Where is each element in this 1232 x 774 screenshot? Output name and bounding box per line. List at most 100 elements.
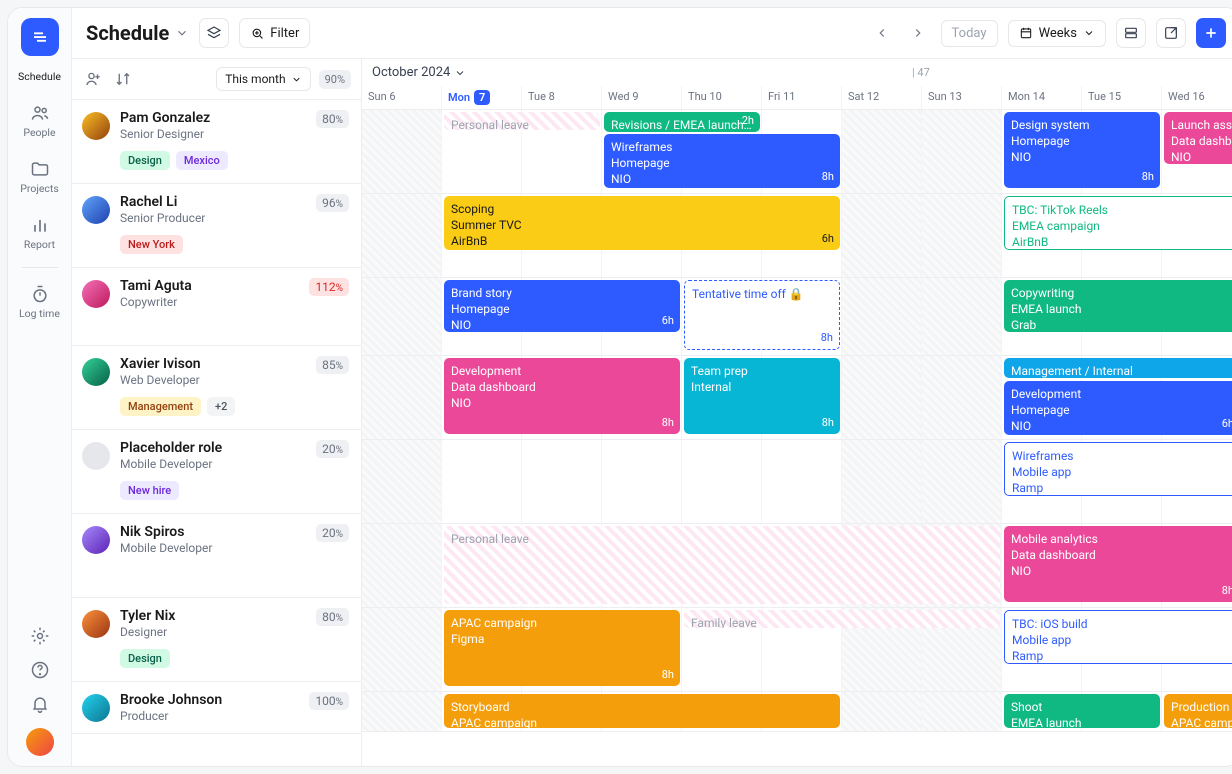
day-header: Wed 9 bbox=[602, 86, 682, 109]
range-selector[interactable]: This month bbox=[216, 67, 310, 91]
task-block[interactable]: Launch assetsData dashboardNIO bbox=[1164, 112, 1232, 164]
person-utilization: 20% bbox=[316, 440, 349, 458]
person-row[interactable]: Tami Aguta Copywriter 112% bbox=[72, 268, 361, 346]
user-avatar[interactable] bbox=[26, 728, 54, 756]
rows-icon bbox=[1123, 25, 1139, 41]
task-block[interactable]: Family leave bbox=[684, 610, 1000, 628]
density-button[interactable] bbox=[1116, 18, 1146, 48]
month-selector[interactable]: October 2024 | 47 bbox=[362, 59, 1232, 86]
task-block[interactable]: Personal leave bbox=[444, 112, 600, 130]
week-number: | 47 bbox=[912, 66, 930, 79]
nav-schedule[interactable]: Schedule bbox=[8, 60, 71, 93]
chevron-down-icon bbox=[454, 67, 466, 79]
sort-button[interactable] bbox=[112, 68, 134, 90]
person-tag[interactable]: +2 bbox=[207, 397, 235, 416]
person-row[interactable]: Placeholder role Mobile Developer New hi… bbox=[72, 430, 361, 514]
today-button[interactable]: Today bbox=[941, 20, 998, 47]
expand-button[interactable] bbox=[1156, 18, 1186, 48]
person-tag[interactable]: Mexico bbox=[176, 151, 228, 170]
add-person-button[interactable] bbox=[82, 68, 104, 90]
person-name: Nik Spiros bbox=[120, 524, 306, 540]
person-utilization: 85% bbox=[316, 356, 349, 374]
person-tag[interactable]: Design bbox=[120, 151, 170, 170]
task-block[interactable]: DevelopmentData dashboardNIO8h bbox=[444, 358, 680, 434]
page-title-dropdown[interactable]: Schedule bbox=[86, 21, 189, 45]
calendar-row: Personal leaveMobile analyticsData dashb… bbox=[362, 524, 1232, 608]
person-tag[interactable]: Management bbox=[120, 397, 201, 416]
person-row[interactable]: Tyler Nix Designer Design 80% bbox=[72, 598, 361, 682]
person-utilization: 112% bbox=[309, 278, 349, 296]
person-utilization: 80% bbox=[316, 608, 349, 626]
person-name: Tami Aguta bbox=[120, 278, 299, 294]
person-avatar bbox=[82, 112, 110, 140]
task-block[interactable]: ShootEMEA launch bbox=[1004, 694, 1160, 728]
task-block[interactable]: Management / Internal bbox=[1004, 358, 1232, 378]
task-block[interactable]: TBC: iOS buildMobile appRamp bbox=[1004, 610, 1232, 664]
nav-people[interactable]: People bbox=[8, 93, 71, 149]
person-name: Tyler Nix bbox=[120, 608, 306, 624]
day-header: Mon7 bbox=[442, 86, 522, 109]
person-avatar bbox=[82, 358, 110, 386]
bell-icon[interactable] bbox=[30, 694, 50, 714]
person-row[interactable]: Xavier Ivison Web Developer Management+2… bbox=[72, 346, 361, 430]
person-name: Placeholder role bbox=[120, 440, 306, 456]
task-block[interactable]: Mobile analyticsData dashboardNIO8h bbox=[1004, 526, 1232, 602]
person-role: Copywriter bbox=[120, 295, 299, 309]
day-header: Sun 13 bbox=[922, 86, 1002, 109]
person-row[interactable]: Pam Gonzalez Senior Designer DesignMexic… bbox=[72, 100, 361, 184]
day-header: Tue 15 bbox=[1082, 86, 1162, 109]
person-tag[interactable]: New York bbox=[120, 235, 183, 254]
calendar: October 2024 | 47 Sun 6Mon7Tue 8Wed 9Thu… bbox=[362, 59, 1232, 766]
task-block[interactable]: StoryboardAPAC campaign bbox=[444, 694, 840, 728]
app-logo[interactable] bbox=[21, 18, 59, 56]
next-button[interactable] bbox=[905, 20, 931, 46]
task-block[interactable]: Team prepInternal8h bbox=[684, 358, 840, 434]
add-button[interactable] bbox=[1196, 18, 1226, 48]
task-block[interactable]: DevelopmentHomepageNIO6h bbox=[1004, 381, 1232, 435]
calendar-row: StoryboardAPAC campaign ShootEMEA launchP… bbox=[362, 692, 1232, 732]
folder-icon bbox=[30, 159, 50, 179]
person-role: Senior Producer bbox=[120, 211, 306, 225]
calendar-row: ScopingSummer TVCAirBnB6h TBC: TikTok Ree… bbox=[362, 194, 1232, 278]
filter-button[interactable]: Filter bbox=[239, 18, 310, 48]
person-utilization: 96% bbox=[316, 194, 349, 212]
layers-button[interactable] bbox=[199, 18, 229, 48]
day-header: Thu 10 bbox=[682, 86, 762, 109]
person-row[interactable]: Nik Spiros Mobile Developer 20% bbox=[72, 514, 361, 598]
person-tag[interactable]: New hire bbox=[120, 481, 179, 500]
header-percentage: 90% bbox=[319, 70, 351, 89]
day-header: Sat 12 bbox=[842, 86, 922, 109]
task-block[interactable]: ProductionAPAC campaign bbox=[1164, 694, 1232, 728]
task-block[interactable]: WireframesHomepageNIO8h bbox=[604, 134, 840, 188]
task-block[interactable]: Tentative time off 🔒8h bbox=[684, 280, 840, 350]
task-block[interactable]: Design systemHomepageNIO8h bbox=[1004, 112, 1160, 188]
task-block[interactable]: Revisions / EMEA launch / Grab2h bbox=[604, 112, 760, 132]
task-block[interactable]: Personal leave bbox=[444, 526, 1000, 604]
task-block[interactable]: CopywritingEMEA launchGrab bbox=[1004, 280, 1232, 332]
person-utilization: 100% bbox=[309, 692, 349, 710]
person-row[interactable]: Rachel Li Senior Producer New York 96% bbox=[72, 184, 361, 268]
help-icon[interactable] bbox=[30, 660, 50, 680]
nav-logtime[interactable]: Log time bbox=[8, 274, 71, 330]
gear-icon[interactable] bbox=[30, 626, 50, 646]
person-avatar bbox=[82, 526, 110, 554]
person-tag[interactable]: Design bbox=[120, 649, 170, 668]
filter-icon bbox=[250, 26, 265, 41]
person-avatar bbox=[82, 610, 110, 638]
nav-report[interactable]: Report bbox=[8, 205, 71, 261]
external-icon bbox=[1163, 25, 1179, 41]
task-block[interactable]: TBC: TikTok ReelsEMEA campaignAirBnB bbox=[1004, 196, 1232, 250]
person-role: Mobile Developer bbox=[120, 457, 306, 471]
person-role: Designer bbox=[120, 625, 306, 639]
nav-projects[interactable]: Projects bbox=[8, 149, 71, 205]
person-row[interactable]: Brooke Johnson Producer 100% bbox=[72, 682, 361, 734]
task-block[interactable]: WireframesMobile appRamp bbox=[1004, 442, 1232, 496]
view-selector[interactable]: Weeks bbox=[1008, 20, 1106, 47]
task-block[interactable]: APAC campaignFigma8h bbox=[444, 610, 680, 686]
task-block[interactable]: ScopingSummer TVCAirBnB6h bbox=[444, 196, 840, 250]
prev-button[interactable] bbox=[869, 20, 895, 46]
calendar-row: APAC campaignFigma8hFamily leaveTBC: iOS… bbox=[362, 608, 1232, 692]
task-block[interactable]: Brand storyHomepageNIO6h bbox=[444, 280, 680, 332]
chart-icon bbox=[30, 215, 50, 235]
day-header: Wed 16 bbox=[1162, 86, 1232, 109]
